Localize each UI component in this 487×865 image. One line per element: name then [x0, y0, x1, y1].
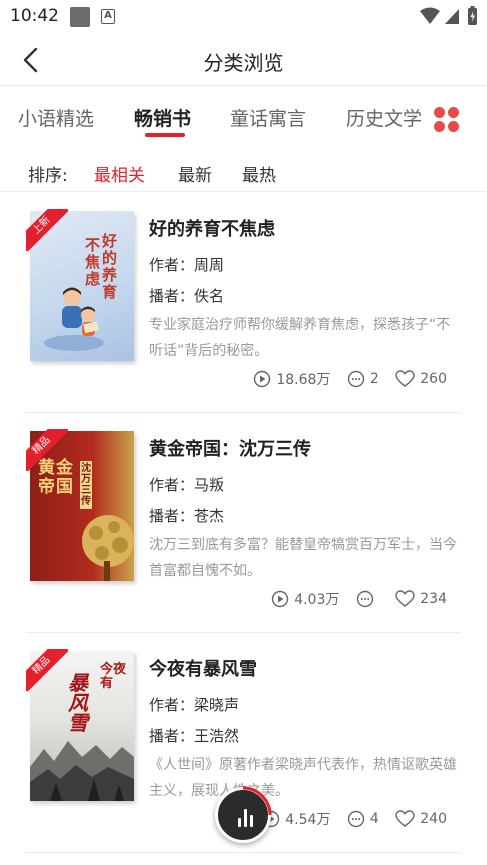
premium-badge: 精品 [26, 649, 68, 691]
book-list-item[interactable]: 黄金帝国 沈万三传 精品 黄金帝国：沈万三传 作者：马叛 播者：苍杰 沈万三到底… [0, 413, 487, 633]
heart-icon [395, 810, 415, 827]
category-tabs: 小语精选 畅销书 童话寓言 历史文学 [0, 86, 487, 142]
premium-badge: 精品 [26, 429, 68, 471]
sort-newest[interactable]: 最新 [178, 161, 212, 186]
comment-count [356, 590, 379, 608]
cover-title-a: 今夜有 [100, 662, 127, 691]
comment-count: 2 [347, 370, 379, 388]
book-stats: 4.03万 234 [259, 589, 447, 609]
comment-icon [347, 810, 365, 828]
status-time: 10:42 [10, 6, 59, 26]
title-bar: 分类浏览 [0, 34, 487, 86]
book-author: 作者：梁晓声 [149, 696, 240, 714]
page-title: 分类浏览 [203, 51, 284, 75]
signal-icon [445, 9, 459, 24]
heart-icon [395, 370, 415, 387]
book-description: 沈万三到底有多富？能替皇帝犒赏百万军士，当今首富都自愧不如。 [149, 537, 457, 579]
book-title: 今夜有暴风雪 [149, 659, 257, 680]
book-author: 作者：周周 [149, 256, 225, 274]
sort-relevance[interactable]: 最相关 [94, 161, 145, 186]
book-title: 好的养育不焦虑 [149, 219, 275, 240]
new-badge: 上新 [26, 209, 68, 251]
book-stats: 4.54万 4 240 [250, 809, 447, 829]
comment-icon [347, 370, 365, 388]
play-icon [271, 590, 289, 608]
tab-lishi-wenxue[interactable]: 历史文学 [346, 104, 422, 131]
cover-illustration [30, 741, 134, 801]
book-title: 黄金帝国：沈万三传 [149, 439, 311, 460]
cover-illustration [82, 515, 134, 581]
active-tab-indicator [145, 133, 185, 137]
sort-label: 排序: [28, 166, 68, 186]
cover-title-b: 沈万三传 [80, 461, 92, 509]
status-bar: 10:42 A [0, 0, 487, 34]
like-count[interactable]: 240 [395, 810, 447, 828]
book-narrator: 播者：佚名 [149, 287, 225, 305]
like-count[interactable]: 234 [395, 590, 447, 608]
sort-hottest[interactable]: 最热 [242, 161, 276, 186]
play-icon [254, 370, 271, 388]
cover-title-b: 暴风雪 [68, 671, 88, 735]
book-list-item[interactable]: 好的养育 不焦虑 上新 好的养育不焦虑 作者：周周 播者：佚名 专业家庭治疗师帮… [0, 193, 487, 413]
floating-audio-player-button[interactable] [215, 786, 272, 843]
play-count: 4.54万 [262, 809, 330, 829]
book-narrator: 播者：苍杰 [149, 507, 225, 525]
notification-icon [70, 7, 90, 27]
tab-changxiaoshu[interactable]: 畅销书 [134, 104, 191, 131]
like-count[interactable]: 260 [395, 370, 447, 388]
wifi-icon [420, 7, 440, 24]
heart-icon [395, 590, 415, 607]
audio-bars-icon [236, 807, 256, 827]
book-author: 作者：马叛 [149, 476, 225, 494]
all-categories-grid-icon[interactable] [434, 107, 460, 133]
book-description: 专业家庭治疗师帮你缓解养育焦虑，探悉孩子“不听话”背后的秘密。 [149, 317, 451, 359]
tab-xiaoyu-jingxuan[interactable]: 小语精选 [18, 104, 94, 131]
book-description: 《人世间》原著作者梁晓声代表作，热情讴歌英雄主义，展现人性之美。 [149, 757, 457, 799]
cover-illustration [44, 287, 104, 351]
comment-count: 4 [347, 810, 379, 828]
sort-bar: 排序: 最相关 最新 最热 [0, 150, 487, 192]
comment-icon [356, 590, 374, 608]
play-count: 18.68万 [253, 369, 330, 389]
book-stats: 18.68万 2 260 [241, 369, 447, 389]
play-count: 4.03万 [271, 589, 339, 609]
book-narrator: 播者：王浩然 [149, 727, 240, 745]
item-divider [26, 852, 461, 853]
system-status-icons [420, 6, 477, 25]
keyboard-a-icon: A [101, 9, 115, 24]
battery-icon [468, 6, 477, 25]
tab-tonghua-yuyan[interactable]: 童话寓言 [230, 104, 306, 131]
